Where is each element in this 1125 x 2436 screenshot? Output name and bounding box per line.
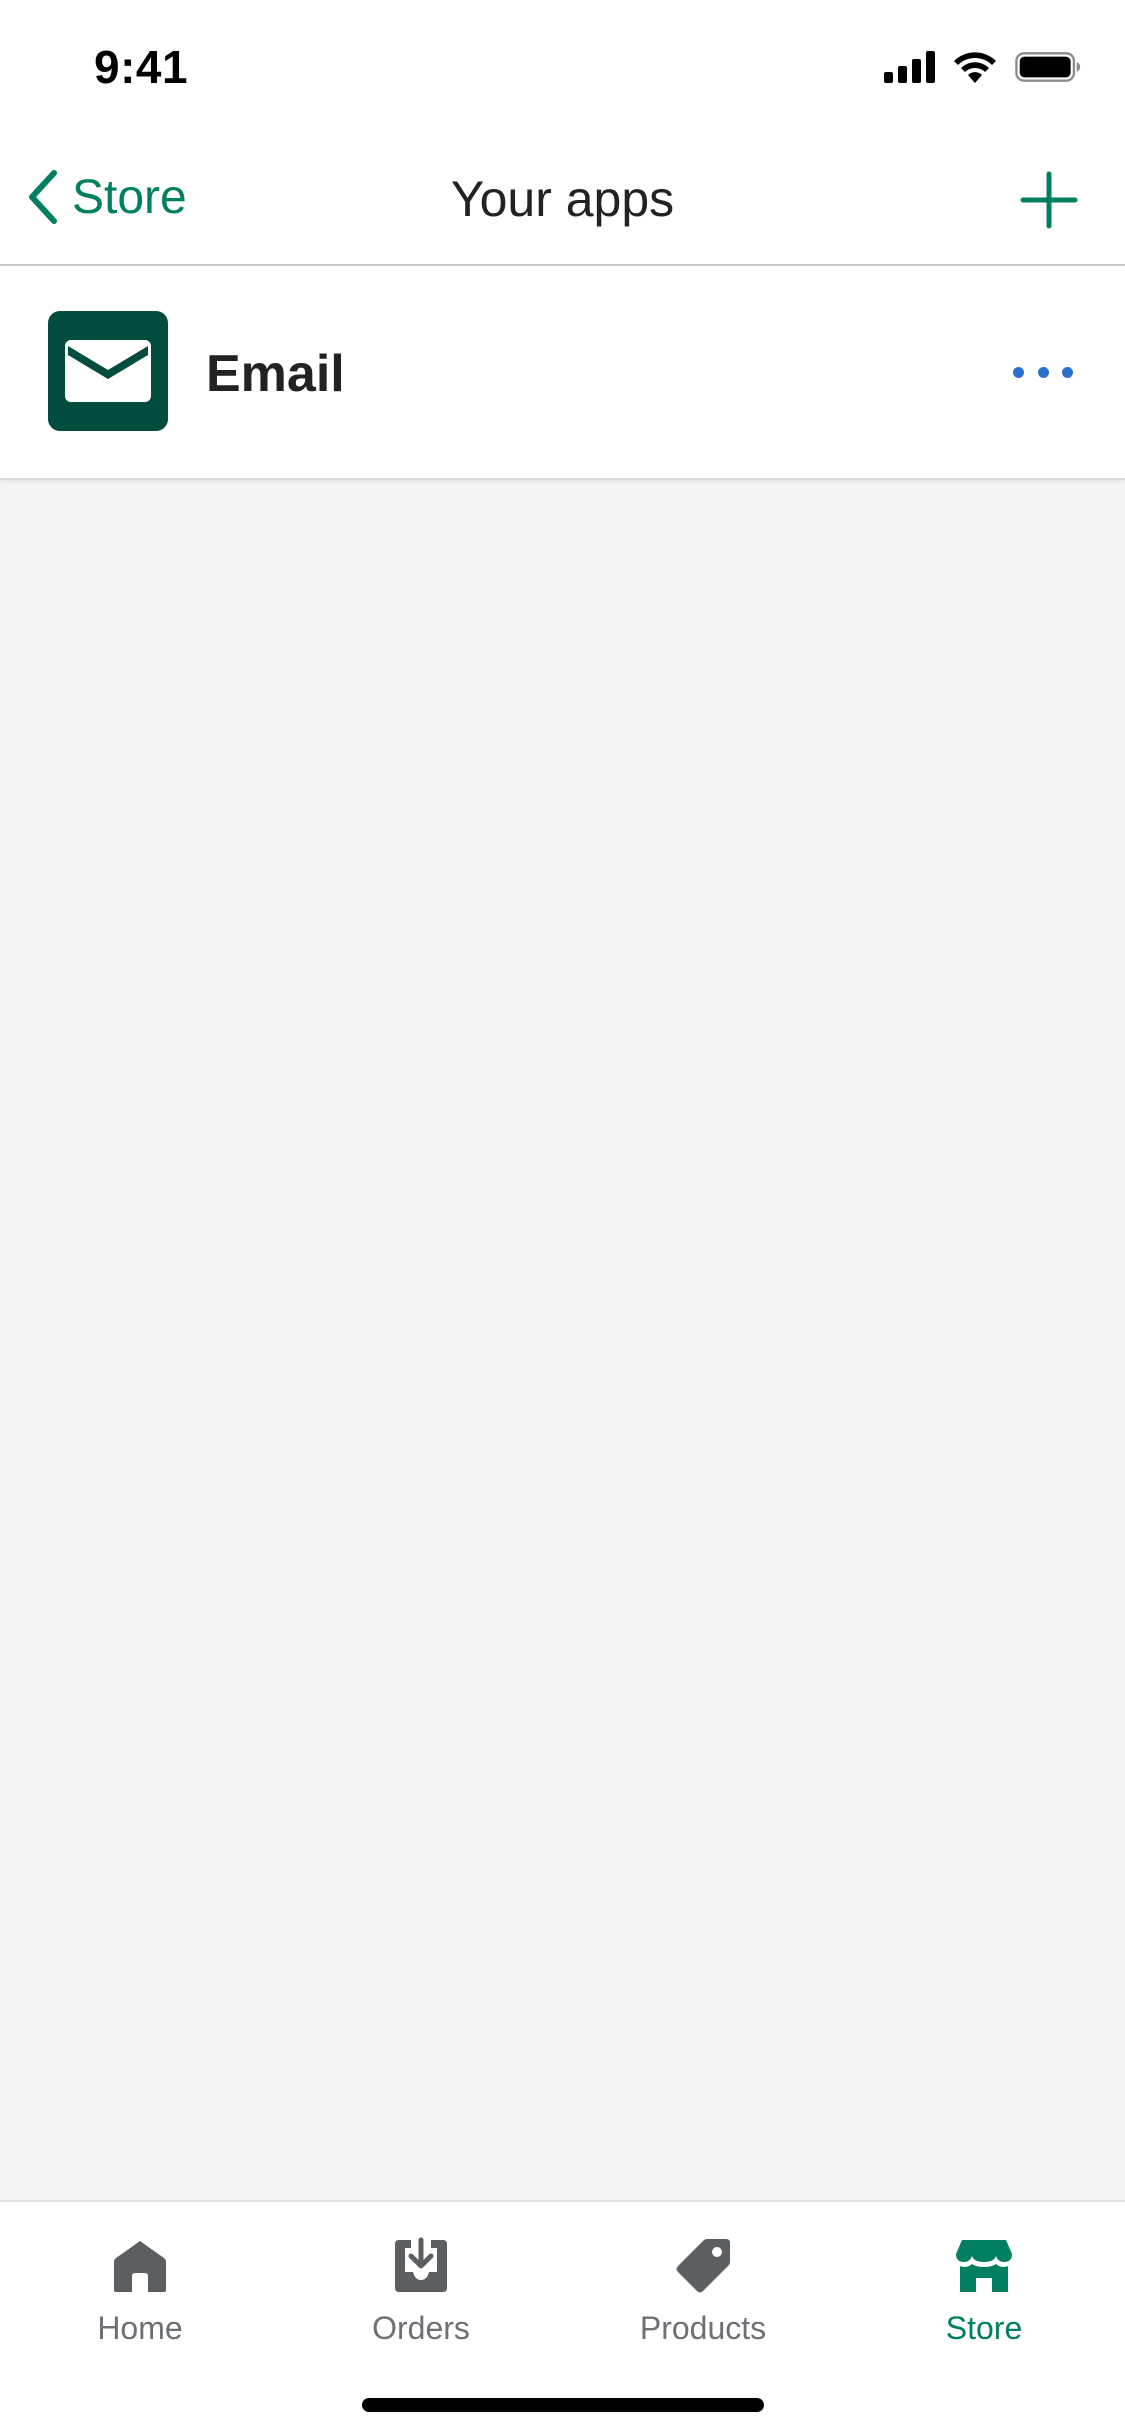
battery-icon	[1015, 52, 1081, 82]
navigation-bar: Store Your apps	[0, 132, 1125, 266]
more-options-button[interactable]	[1013, 356, 1073, 388]
tab-label: Orders	[372, 2310, 470, 2346]
tag-icon	[676, 2239, 730, 2293]
app-screen: 9:41 Store Your apps Email Home Orders P…	[0, 0, 1125, 2436]
more-dot	[1037, 366, 1049, 378]
page-title: Your apps	[450, 171, 675, 227]
envelope-icon	[48, 311, 168, 431]
app-name: Email	[206, 345, 345, 403]
cellular-signal-icon	[884, 51, 935, 83]
home-indicator[interactable]	[362, 2398, 764, 2412]
wifi-icon	[954, 52, 996, 83]
tab-store[interactable]: Store	[884, 2236, 1084, 2347]
app-list-item[interactable]: Email	[0, 266, 1125, 480]
tab-products[interactable]: Products	[603, 2236, 803, 2347]
tab-label: Products	[639, 2310, 767, 2346]
tab-label: Home	[97, 2310, 183, 2346]
add-app-button[interactable]	[1017, 168, 1081, 232]
status-icons	[884, 50, 1081, 84]
status-bar: 9:41	[0, 0, 1125, 132]
status-time: 9:41	[94, 41, 189, 93]
orders-icon	[395, 2237, 447, 2292]
tab-orders[interactable]: Orders	[321, 2236, 521, 2347]
more-dot	[1013, 366, 1024, 378]
store-icon	[956, 2240, 1012, 2292]
tab-home[interactable]: Home	[40, 2236, 240, 2347]
home-icon	[114, 2241, 166, 2292]
plus-icon	[1020, 171, 1078, 229]
more-dot	[1062, 366, 1073, 378]
tab-label: Store	[945, 2310, 1023, 2346]
